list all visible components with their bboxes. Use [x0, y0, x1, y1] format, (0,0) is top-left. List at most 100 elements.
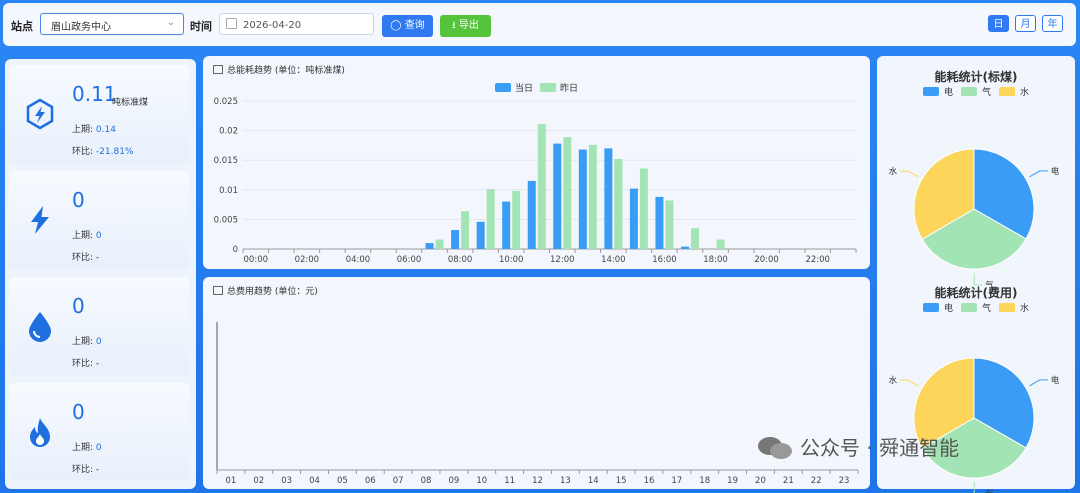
export-button[interactable]: ⭳ 导出 — [440, 15, 491, 37]
metric-unit: 吨标准煤 — [112, 98, 149, 108]
metric-card-total: 0.11 吨标准煤 上期: 0.14 环比: -21.81% — [9, 65, 189, 163]
x-tick-label: 15 — [616, 476, 627, 486]
bar-yesterday — [639, 168, 648, 249]
x-tick-label: 03 — [281, 476, 292, 486]
search-icon: ◯ — [390, 20, 402, 31]
bar-yesterday — [435, 239, 444, 249]
energy-trend-chart: 当日 昨日 0 0.005 0.01 0.015 0.02 0.025 00:00 02:00 04… — [214, 82, 857, 265]
metric-card-water: 0 上期: 0 环比: - — [9, 277, 189, 375]
y-tick-label: 0.02 — [219, 127, 238, 137]
x-tick-label: 11 — [504, 476, 515, 486]
x-tick-label: 22 — [811, 476, 822, 486]
metric-prev: 上期: 0.14 — [72, 125, 116, 135]
tab-year[interactable]: 年 — [1042, 15, 1063, 32]
y-tick-label: 0.015 — [214, 156, 238, 166]
tab-day[interactable]: 日 — [988, 15, 1009, 32]
x-tick-label: 07 — [393, 476, 404, 486]
bar-today — [476, 221, 485, 249]
legend-label: 当日 — [515, 82, 533, 94]
bar-yesterday — [563, 137, 572, 249]
bar-today — [578, 149, 587, 249]
pie-slice-label: 水 — [889, 166, 898, 177]
wechat-icon — [758, 437, 792, 459]
legend-swatch — [923, 87, 939, 96]
bar-today — [425, 243, 434, 249]
legend-swatch — [961, 303, 977, 312]
bar-today — [451, 230, 460, 249]
bar-yesterday — [588, 144, 597, 249]
pie-legend: 电气水 — [923, 302, 1029, 314]
legend-label: 昨日 — [560, 82, 578, 94]
flame-icon — [30, 418, 50, 447]
pie-legend: 电气水 — [923, 86, 1029, 98]
query-button[interactable]: ◯ 查询 — [382, 15, 433, 37]
x-tick-label: 04 — [309, 476, 320, 486]
energy-hexagon-icon — [26, 98, 54, 130]
x-tick-label: 01 — [226, 476, 237, 486]
x-tick-label: 02:00 — [295, 255, 320, 265]
metric-prev: 上期: 0 — [72, 231, 102, 241]
x-tick-label: 08:00 — [448, 255, 473, 265]
bar-today — [553, 143, 562, 249]
bar-yesterday — [537, 124, 546, 249]
x-tick-label: 20 — [755, 476, 766, 486]
legend-label: 气 — [982, 302, 991, 314]
x-tick-label: 19 — [727, 476, 738, 486]
legend-swatch — [495, 83, 511, 92]
metric-value: 0 — [72, 400, 85, 424]
calendar-icon — [226, 18, 237, 29]
metric-prev: 上期: 0 — [72, 443, 102, 453]
legend-label: 水 — [1020, 86, 1029, 98]
x-tick-label: 22:00 — [805, 255, 830, 265]
metrics-panel: 0.11 吨标准煤 上期: 0.14 环比: -21.81% 0 上期: 0 环… — [5, 59, 196, 489]
metric-value: 0 — [72, 294, 85, 318]
x-tick-label: 23 — [839, 476, 850, 486]
x-tick-label: 18:00 — [703, 255, 728, 265]
pie-label-line — [900, 170, 919, 178]
bar-yesterday — [716, 239, 725, 249]
x-tick-label: 04:00 — [346, 255, 371, 265]
legend-swatch — [923, 303, 939, 312]
legend-label: 电 — [944, 86, 953, 98]
station-value: 眉山政务中心 — [51, 22, 111, 33]
legend-label: 气 — [982, 86, 991, 98]
x-tick-label: 18 — [699, 476, 710, 486]
bar-today — [655, 196, 664, 249]
bar-today — [527, 180, 536, 249]
metric-card-electricity: 0 上期: 0 环比: - — [9, 171, 189, 269]
energy-trend-panel: 总能耗趋势 (单位：吨标准煤) 当日 昨日 0 0.005 0.01 0.015 0.02 0… — [203, 56, 870, 269]
station-label: 站点 — [11, 20, 33, 33]
pie-label-line — [900, 379, 919, 387]
tab-month[interactable]: 月 — [1015, 15, 1036, 32]
x-tick-label: 06:00 — [397, 255, 422, 265]
x-tick-label: 09 — [448, 476, 459, 486]
query-label: 查询 — [404, 20, 425, 31]
pie-slice-label: 水 — [889, 375, 898, 386]
x-tick-label: 10:00 — [499, 255, 524, 265]
metric-card-gas: 0 上期: 0 环比: - — [9, 383, 189, 481]
pie-panel: 能耗统计(标煤) 电气水电气水 能耗统计(费用) 电气水电气水 — [877, 56, 1075, 493]
filter-toolbar: 站点 眉山政务中心 ⌄ 时间 2026-04-20 ◯ 查询 ⭳ 导出 日 月 … — [3, 3, 1076, 46]
y-tick-label: 0.005 — [214, 215, 238, 225]
legend-swatch — [999, 303, 1015, 312]
export-label: 导出 — [458, 20, 479, 31]
date-picker[interactable]: 2026-04-20 — [219, 13, 374, 35]
bar-yesterday — [512, 190, 521, 249]
x-tick-label: 16:00 — [652, 255, 677, 265]
x-tick-label: 16 — [644, 476, 655, 486]
x-tick-label: 12:00 — [550, 255, 575, 265]
metric-ratio: 环比: - — [72, 253, 100, 263]
metric-ratio: 环比: -21.81% — [72, 147, 134, 157]
station-select[interactable]: 眉山政务中心 ⌄ — [40, 13, 184, 35]
metric-prev: 上期: 0 — [72, 337, 102, 347]
legend-label: 水 — [1020, 302, 1029, 314]
x-tick-label: 08 — [421, 476, 432, 486]
watermark: 公众号 · 舜通智能 — [756, 432, 959, 461]
bar-yesterday — [614, 159, 623, 249]
bar-yesterday — [461, 211, 470, 249]
x-tick-label: 13 — [560, 476, 571, 486]
metric-ratio: 环比: - — [72, 465, 100, 475]
x-tick-label: 20:00 — [754, 255, 779, 265]
bar-today — [604, 148, 613, 249]
pie-slice-label: 电 — [1051, 375, 1060, 386]
